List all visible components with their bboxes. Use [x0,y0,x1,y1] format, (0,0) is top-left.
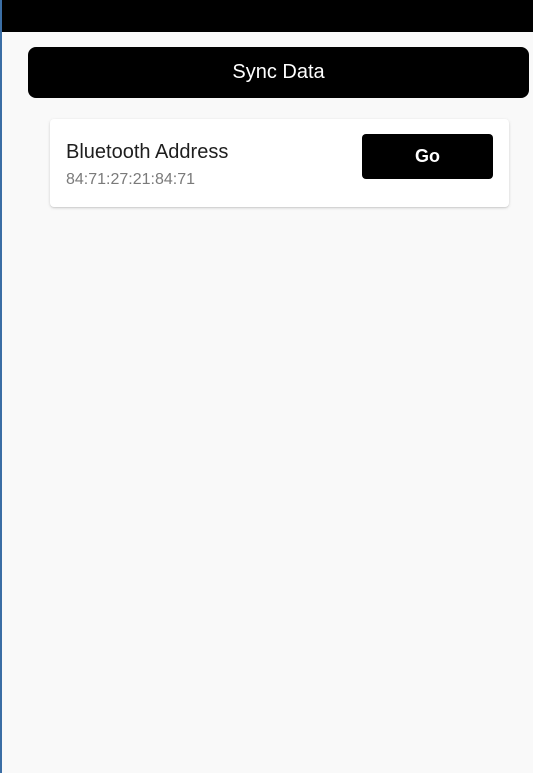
device-address-value: 84:71:27:21:84:71 [66,171,196,188]
go-button[interactable]: Go [362,134,493,179]
status-bar [2,0,533,32]
device-name-label: Bluetooth Address [66,141,229,163]
app-screen: Sync Data Bluetooth Address 84:71:27:21:… [0,0,533,773]
sync-data-button[interactable]: Sync Data [28,47,529,98]
device-list-item: Bluetooth Address 84:71:27:21:84:71 Go [50,119,509,207]
